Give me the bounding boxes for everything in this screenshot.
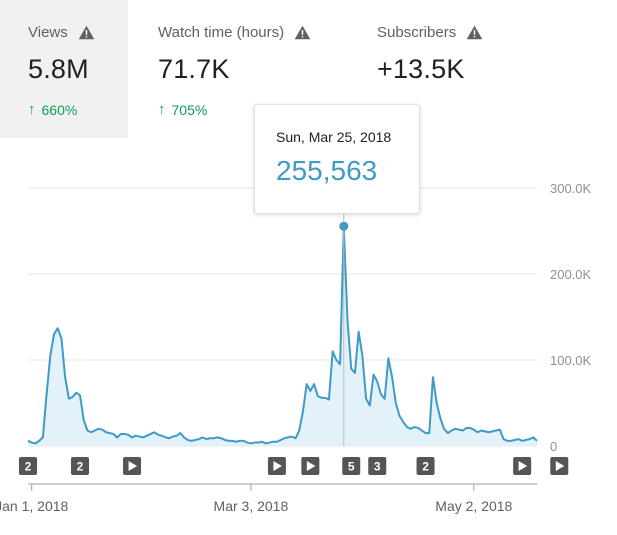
hover-point bbox=[339, 221, 349, 231]
y-tick-label: 0 bbox=[550, 439, 557, 454]
tooltip-date: Sun, Mar 25, 2018 bbox=[276, 129, 392, 145]
views-line bbox=[27, 225, 538, 445]
marker-count: 2 bbox=[77, 460, 84, 474]
video-marker[interactable] bbox=[513, 457, 532, 475]
x-tick-label: Jan 1, 2018 bbox=[0, 498, 69, 514]
annotation-marker[interactable]: 5 bbox=[342, 457, 361, 475]
views-chart[interactable]: 0 100.0K 200.0K 300.0K 2 2 5 3 2 Jan 1, 2018 Mar 3… bbox=[0, 0, 617, 535]
annotation-marker[interactable]: 3 bbox=[368, 457, 387, 475]
marker-count: 3 bbox=[374, 460, 381, 474]
annotation-marker[interactable]: 2 bbox=[71, 457, 90, 475]
video-marker[interactable] bbox=[267, 457, 286, 475]
views-area bbox=[28, 226, 537, 446]
marker-count: 2 bbox=[422, 460, 429, 474]
video-marker[interactable] bbox=[550, 457, 569, 475]
video-marker[interactable] bbox=[123, 457, 142, 475]
video-marker[interactable] bbox=[301, 457, 320, 475]
marker-count: 5 bbox=[348, 460, 355, 474]
y-tick-label: 100.0K bbox=[550, 353, 592, 368]
annotation-marker[interactable]: 2 bbox=[19, 457, 37, 475]
x-tick-label: May 2, 2018 bbox=[435, 498, 512, 514]
annotation-marker[interactable]: 2 bbox=[416, 457, 435, 475]
marker-count: 2 bbox=[25, 460, 32, 474]
y-tick-label: 300.0K bbox=[550, 181, 592, 196]
y-tick-label: 200.0K bbox=[550, 267, 592, 282]
chart-tooltip: Sun, Mar 25, 2018 255,563 bbox=[254, 104, 420, 214]
x-tick-label: Mar 3, 2018 bbox=[214, 498, 289, 514]
tooltip-value: 255,563 bbox=[276, 155, 378, 186]
